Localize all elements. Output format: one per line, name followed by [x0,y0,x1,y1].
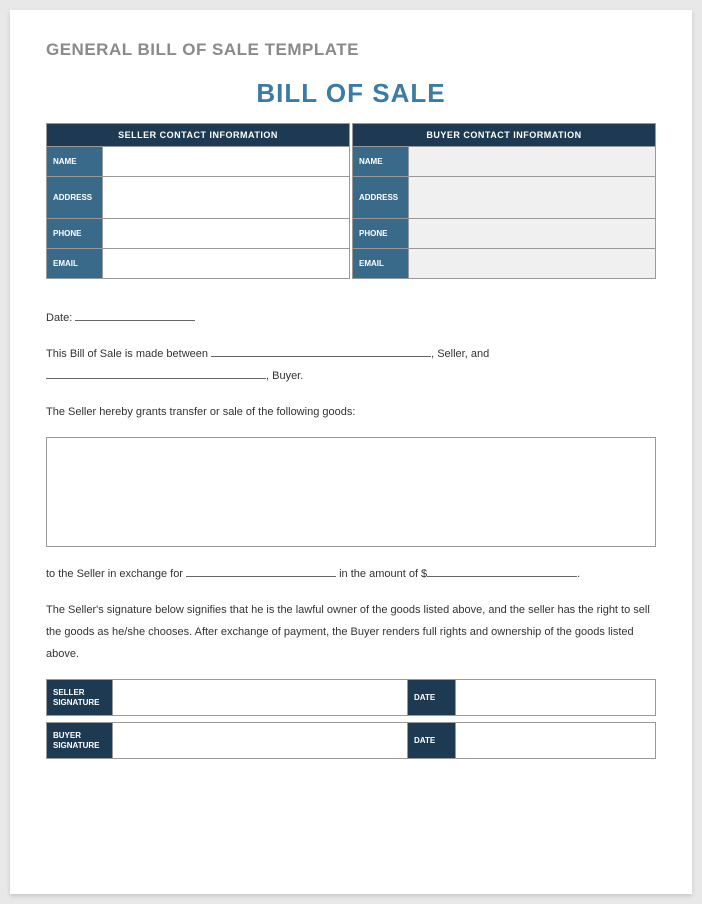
contact-tables-container: SELLER CONTACT INFORMATION NAME ADDRESS … [46,123,656,279]
buyer-date-label: DATE [408,723,456,759]
date-field[interactable] [75,309,195,321]
buyer-email-field[interactable] [409,249,656,279]
exchange-text-c: . [577,568,580,580]
buyer-address-label: ADDRESS [353,177,409,219]
buyer-phone-field[interactable] [409,219,656,249]
seller-signature-label: SELLER SIGNATURE [47,680,113,716]
template-title: GENERAL BILL OF SALE TEMPLATE [46,40,656,60]
seller-date-label: DATE [408,680,456,716]
seller-name-blank[interactable] [211,345,431,357]
seller-phone-label: PHONE [47,219,103,249]
exchange-for-blank[interactable] [186,565,336,577]
seller-address-label: ADDRESS [47,177,103,219]
buyer-email-label: EMAIL [353,249,409,279]
buyer-contact-table: BUYER CONTACT INFORMATION NAME ADDRESS P… [352,123,656,279]
seller-signature-field[interactable] [113,680,408,716]
parties-text-1b: , Seller, and [431,348,489,360]
seller-signature-table: SELLER SIGNATURE DATE [46,679,656,716]
date-label: Date: [46,312,72,324]
amount-blank[interactable] [427,565,577,577]
buyer-signature-table: BUYER SIGNATURE DATE [46,722,656,759]
signature-disclaimer: The Seller's signature below signifies t… [46,599,656,665]
buyer-signature-label: BUYER SIGNATURE [47,723,113,759]
date-line: Date: [46,307,656,329]
seller-email-field[interactable] [103,249,350,279]
buyer-name-field[interactable] [409,147,656,177]
main-title: BILL OF SALE [46,78,656,109]
seller-email-label: EMAIL [47,249,103,279]
document-page: GENERAL BILL OF SALE TEMPLATE BILL OF SA… [10,10,692,894]
goods-description-box[interactable] [46,437,656,547]
goods-intro: The Seller hereby grants transfer or sal… [46,401,656,423]
buyer-name-label: NAME [353,147,409,177]
seller-date-field[interactable] [456,680,656,716]
buyer-phone-label: PHONE [353,219,409,249]
seller-name-field[interactable] [103,147,350,177]
seller-phone-field[interactable] [103,219,350,249]
buyer-name-blank[interactable] [46,367,266,379]
parties-line: This Bill of Sale is made between , Sell… [46,343,656,387]
buyer-address-field[interactable] [409,177,656,219]
seller-address-field[interactable] [103,177,350,219]
parties-text-2b: , Buyer. [266,370,303,382]
buyer-signature-field[interactable] [113,723,408,759]
exchange-line: to the Seller in exchange for in the amo… [46,563,656,585]
parties-text-1a: This Bill of Sale is made between [46,348,208,360]
exchange-text-a: to the Seller in exchange for [46,568,183,580]
seller-header: SELLER CONTACT INFORMATION [47,124,350,147]
buyer-date-field[interactable] [456,723,656,759]
seller-name-label: NAME [47,147,103,177]
seller-contact-table: SELLER CONTACT INFORMATION NAME ADDRESS … [46,123,350,279]
exchange-text-b: in the amount of $ [339,568,427,580]
buyer-header: BUYER CONTACT INFORMATION [353,124,656,147]
